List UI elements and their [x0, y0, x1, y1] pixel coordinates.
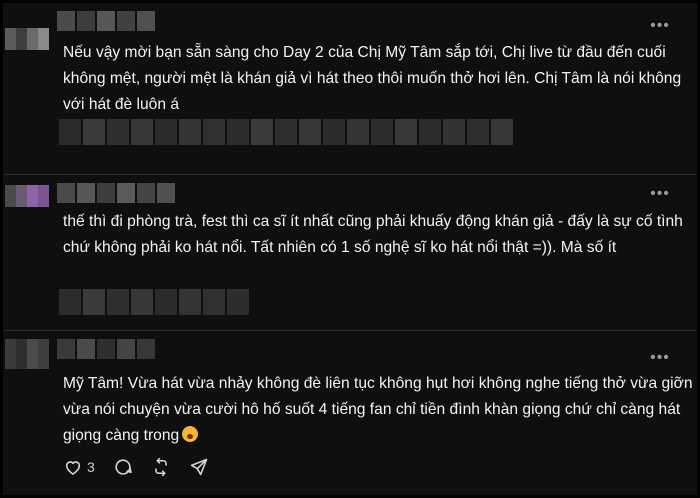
hushed-face-emoji: [182, 426, 199, 442]
blurred-content: [59, 289, 249, 315]
comment-feed: ••• Nếu vậy mời bạn sẵn sàng cho Day 2 c…: [3, 3, 697, 495]
like-button[interactable]: 3: [63, 457, 95, 477]
share-icon: [190, 458, 208, 476]
username-blurred[interactable]: [57, 11, 155, 31]
comment-text: thế thì đi phòng trà, fest thì ca sĩ ít …: [63, 213, 683, 256]
comment-icon: [115, 459, 132, 475]
comment-text-container: Mỹ Tâm! Vừa hát vừa nhảy không đè liên t…: [63, 371, 693, 449]
comment-1: ••• Nếu vậy mời bạn sẵn sàng cho Day 2 c…: [3, 3, 697, 174]
comment-text: Mỹ Tâm! Vừa hát vừa nhảy không đè liên t…: [63, 375, 693, 444]
more-options-button[interactable]: •••: [645, 350, 675, 371]
avatar[interactable]: [5, 339, 49, 369]
action-bar: 3: [63, 457, 209, 477]
avatar[interactable]: [5, 28, 49, 50]
heart-icon: [65, 461, 81, 475]
comment-2: ••• thế thì đi phòng trà, fest thì ca sĩ…: [3, 174, 697, 331]
username-blurred[interactable]: [57, 339, 155, 359]
comment-text: Nếu vậy mời bạn sẵn sàng cho Day 2 của C…: [63, 44, 682, 113]
more-options-button[interactable]: •••: [645, 18, 675, 39]
share-button[interactable]: [189, 457, 209, 477]
repost-icon: [155, 457, 167, 477]
more-options-button[interactable]: •••: [645, 186, 675, 207]
username-blurred[interactable]: [57, 183, 175, 203]
comment-3: ••• Mỹ Tâm! Vừa hát vừa nhảy không đè li…: [3, 330, 697, 495]
screenshot-frame: ••• Nếu vậy mời bạn sẵn sàng cho Day 2 c…: [0, 0, 700, 498]
comment-button[interactable]: [113, 457, 133, 477]
blurred-content: [59, 119, 513, 145]
repost-button[interactable]: [151, 457, 171, 477]
like-count: 3: [87, 459, 95, 475]
avatar[interactable]: [5, 185, 49, 207]
